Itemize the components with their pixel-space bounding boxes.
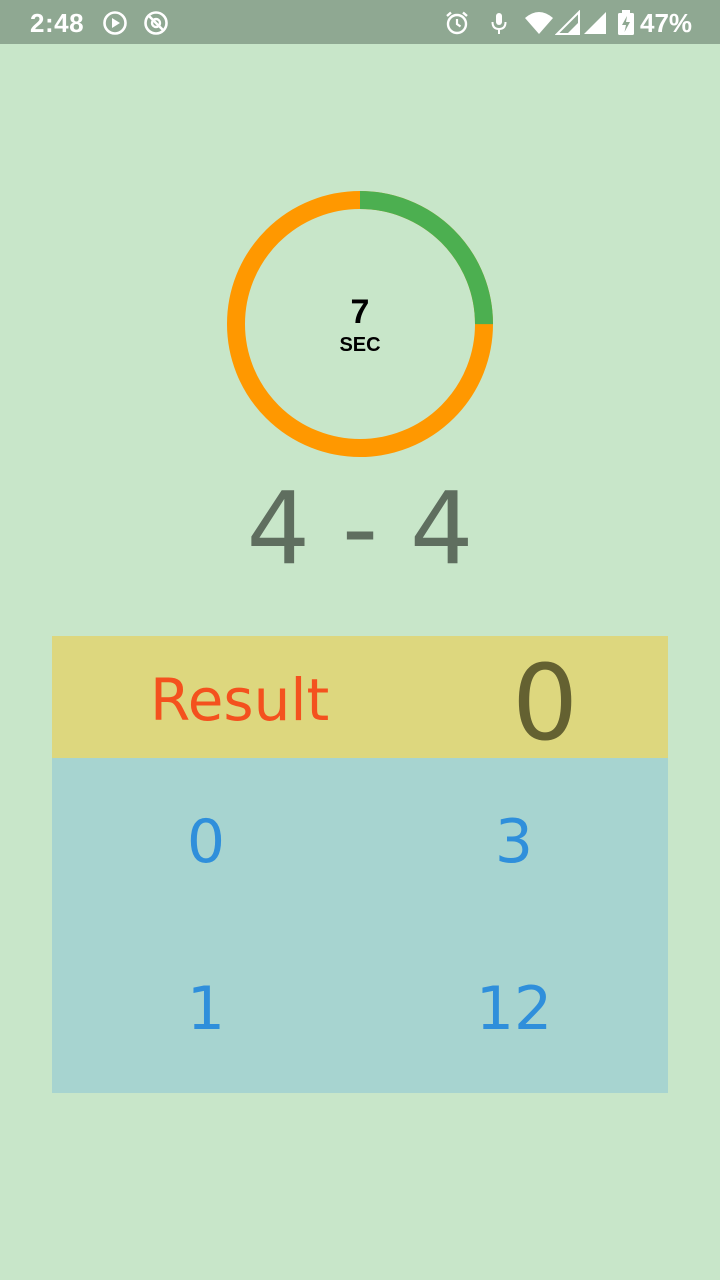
timer-seconds: 7: [350, 293, 370, 331]
status-bar: 2:48 47%: [0, 0, 720, 44]
answer-option[interactable]: 12: [360, 925, 668, 1093]
status-time: 2:48: [30, 8, 85, 38]
signal-icon: [582, 10, 608, 36]
answer-option[interactable]: 0: [52, 758, 360, 925]
battery-charging-icon: [617, 10, 635, 36]
result-bar: Result 0: [52, 636, 668, 764]
play-circle-icon: [102, 10, 128, 36]
signal-icon: [554, 9, 581, 36]
timer-unit-label: SEC: [339, 334, 381, 356]
result-value: 0: [512, 642, 579, 764]
answer-options: 0 3 1 12: [52, 758, 668, 1093]
countdown-timer: 7 SEC: [227, 191, 493, 457]
wifi-icon: [524, 10, 554, 36]
alarm-icon: [444, 10, 470, 36]
no-disturb-icon: [143, 10, 169, 36]
answer-option[interactable]: 3: [360, 758, 668, 925]
mic-icon: [486, 10, 512, 36]
math-question: 4 - 4: [246, 470, 474, 587]
battery-percent: 47%: [640, 8, 693, 38]
answer-option[interactable]: 1: [52, 925, 360, 1093]
result-label: Result: [150, 666, 330, 734]
